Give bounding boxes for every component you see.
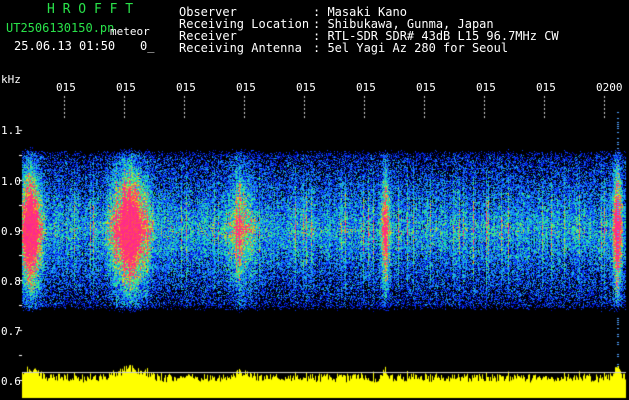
y-tick-1-0: 1.0 bbox=[1, 175, 21, 188]
y-axis-unit: kHz bbox=[1, 73, 21, 86]
timestamp: 25.06.13 01:50 bbox=[14, 39, 116, 53]
mode-label: meteor bbox=[110, 25, 150, 38]
x-tick-9: 015 bbox=[536, 81, 556, 94]
x-tick-1: 015 bbox=[56, 81, 76, 94]
x-tick-4: 015 bbox=[236, 81, 256, 94]
app-title: H R O F F T bbox=[47, 2, 134, 17]
x-tick-3: 015 bbox=[176, 81, 196, 94]
file-name: UT2506130150.pn bbox=[6, 21, 115, 35]
y-tick-0-7: 0.7 bbox=[1, 325, 21, 338]
x-tick-10: 0200 bbox=[596, 81, 623, 94]
y-tick-0-8: 0.8 bbox=[1, 275, 21, 288]
value-antenna: : 5el Yagi Az 280 for Seoul bbox=[313, 41, 509, 55]
y-tick-1-1: 1.1 bbox=[1, 124, 21, 137]
x-tick-8: 015 bbox=[476, 81, 496, 94]
counter: 0_ bbox=[140, 39, 155, 53]
y-tick-0-9: 0.9 bbox=[1, 225, 21, 238]
x-tick-6: 015 bbox=[356, 81, 376, 94]
y-tick-0-6: 0.6 bbox=[1, 375, 21, 388]
x-tick-2: 015 bbox=[116, 81, 136, 94]
spectrogram-canvas bbox=[0, 0, 629, 400]
x-tick-5: 015 bbox=[296, 81, 316, 94]
label-antenna: Receiving Antenna bbox=[179, 41, 302, 55]
x-tick-7: 015 bbox=[416, 81, 436, 94]
